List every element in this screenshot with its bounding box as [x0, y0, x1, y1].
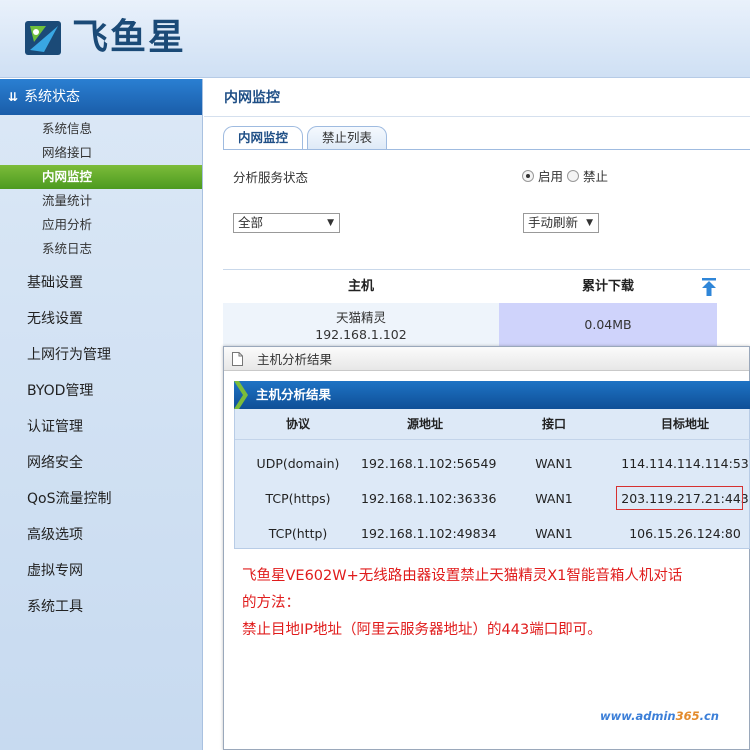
col-source: 源地址 — [406, 417, 443, 431]
sidebar-section-system-status[interactable]: ⇊ 系统状态 — [0, 79, 202, 115]
result-table: 协议 源地址 接口 目标地址 UDP(domain) 192.168.1.102… — [234, 409, 750, 549]
radio-enable[interactable] — [522, 169, 534, 182]
row-2-destination: 106.15.26.124:80 — [629, 526, 741, 541]
sidebar-submenu: 系统信息 网络接口 内网监控 流量统计 应用分析 系统日志 — [0, 115, 202, 261]
row-0-source: 192.168.1.102:56549 — [361, 456, 497, 471]
download-cell: 0.04MB — [499, 303, 717, 347]
logo: 飞鱼星 — [24, 16, 186, 60]
sidebar-item-advanced[interactable]: 高级选项 — [0, 517, 202, 553]
note-line-3: 禁止目地IP地址（阿里云服务器地址）的443端口即可。 — [242, 622, 602, 638]
sidebar-item-basic-settings[interactable]: 基础设置 — [0, 265, 202, 301]
row-1-protocol: TCP(https) — [265, 491, 331, 506]
host-name: 天猫精灵 — [335, 310, 386, 325]
watermark: www.admin365.cn — [600, 709, 719, 723]
result-section-title: 主机分析结果 — [256, 387, 332, 402]
annotation-note: 飞鱼星VE602W+无线路由器设置禁止天猫精灵X1智能音箱人机对话 的方法： 禁… — [242, 563, 742, 644]
sidebar-subitem-system-log[interactable]: 系统日志 — [0, 237, 202, 261]
sidebar-subitem-traffic-stats[interactable]: 流量统计 — [0, 189, 202, 213]
sidebar-item-vpn[interactable]: 虚拟专网 — [0, 553, 202, 589]
sidebar-subitem-system-info[interactable]: 系统信息 — [0, 117, 202, 141]
filter-select-value: 全部 — [238, 215, 264, 230]
result-section-header: 主机分析结果 — [234, 381, 750, 409]
sidebar-subitem-app-analysis[interactable]: 应用分析 — [0, 213, 202, 237]
sidebar-item-system-tools[interactable]: 系统工具 — [0, 589, 202, 625]
row-0-destination: 114.114.114.114:53 — [621, 456, 749, 471]
header-divider — [235, 439, 750, 440]
double-chevron-down-icon: ⇊ — [8, 90, 19, 104]
popup-titlebar[interactable]: 主机分析结果 — [224, 347, 749, 371]
row-2-protocol: TCP(http) — [268, 526, 328, 541]
watermark-prefix: www.admin — [600, 709, 676, 723]
brand-name: 飞鱼星 — [72, 17, 187, 58]
popup-title: 主机分析结果 — [257, 352, 333, 367]
arrow-right-icon — [234, 381, 248, 409]
radio-enable-label: 启用 — [538, 169, 564, 184]
refresh-select[interactable]: 手动刷新 ▼ — [523, 213, 599, 233]
sidebar-item-network-security[interactable]: 网络安全 — [0, 445, 202, 481]
col-protocol: 协议 — [285, 417, 310, 431]
filter-select[interactable]: 全部 ▼ — [233, 213, 340, 233]
document-icon — [232, 351, 243, 366]
sidebar-item-qos[interactable]: QoS流量控制 — [0, 481, 202, 517]
sort-up-icon[interactable] — [701, 278, 717, 296]
sidebar-item-byod[interactable]: BYOD管理 — [0, 373, 202, 409]
row-1-interface: WAN1 — [535, 491, 573, 506]
watermark-suffix: .cn — [699, 709, 719, 723]
tab-bar: 内网监控 禁止列表 — [223, 126, 391, 150]
sidebar-subitem-lan-monitor[interactable]: 内网监控 — [0, 165, 202, 189]
page-title: 内网监控 — [204, 79, 750, 117]
host-table-header: 主机 累计下载 — [223, 269, 750, 303]
sidebar-item-behavior-management[interactable]: 上网行为管理 — [0, 337, 202, 373]
row-2-source: 192.168.1.102:49834 — [361, 526, 497, 541]
logo-icon — [25, 21, 61, 55]
service-status-label: 分析服务状态 — [233, 170, 309, 185]
note-line-1: 飞鱼星VE602W+无线路由器设置禁止天猫精灵X1智能音箱人机对话 — [242, 568, 683, 584]
col-destination: 目标地址 — [660, 417, 709, 431]
sidebar: ⇊ 系统状态 系统信息 网络接口 内网监控 流量统计 应用分析 系统日志 基础设… — [0, 79, 203, 750]
highlight-box — [616, 486, 743, 510]
row-2-interface: WAN1 — [535, 526, 573, 541]
tab-block-list[interactable]: 禁止列表 — [307, 126, 388, 150]
refresh-select-value: 手动刷新 — [528, 215, 579, 230]
host-analysis-popup: 主机分析结果 主机分析结果 协议 源地址 接口 目标地址 UDP(domain)… — [223, 346, 750, 750]
sidebar-item-wireless-settings[interactable]: 无线设置 — [0, 301, 202, 337]
table-row[interactable]: 天猫精灵 192.168.1.102 0.04MB — [223, 303, 750, 347]
header: 飞鱼星 — [0, 0, 750, 78]
row-0-interface: WAN1 — [535, 456, 573, 471]
service-status-radio-group: 启用 禁止 — [522, 166, 612, 185]
col-interface: 接口 — [541, 417, 566, 431]
sidebar-section-label: 系统状态 — [24, 89, 81, 105]
tab-lan-monitor[interactable]: 内网监控 — [223, 126, 304, 150]
host-ip: 192.168.1.102 — [315, 327, 407, 342]
col-download[interactable]: 累计下载 — [499, 270, 717, 303]
row-1-source: 192.168.1.102:36336 — [361, 491, 497, 506]
dropdown-arrow-icon: ▼ — [327, 218, 334, 228]
tab-divider — [223, 149, 750, 150]
host-cell: 天猫精灵 192.168.1.102 — [223, 303, 499, 347]
sidebar-subitem-network-interface[interactable]: 网络接口 — [0, 141, 202, 165]
dropdown-arrow-icon: ▼ — [586, 218, 593, 228]
radio-disable-label: 禁止 — [583, 169, 609, 184]
col-host[interactable]: 主机 — [223, 270, 499, 303]
sidebar-item-auth[interactable]: 认证管理 — [0, 409, 202, 445]
watermark-number: 365 — [675, 709, 700, 723]
radio-disable[interactable] — [567, 169, 580, 182]
row-0-protocol: UDP(domain) — [256, 456, 340, 471]
note-line-2: 的方法： — [242, 595, 300, 611]
